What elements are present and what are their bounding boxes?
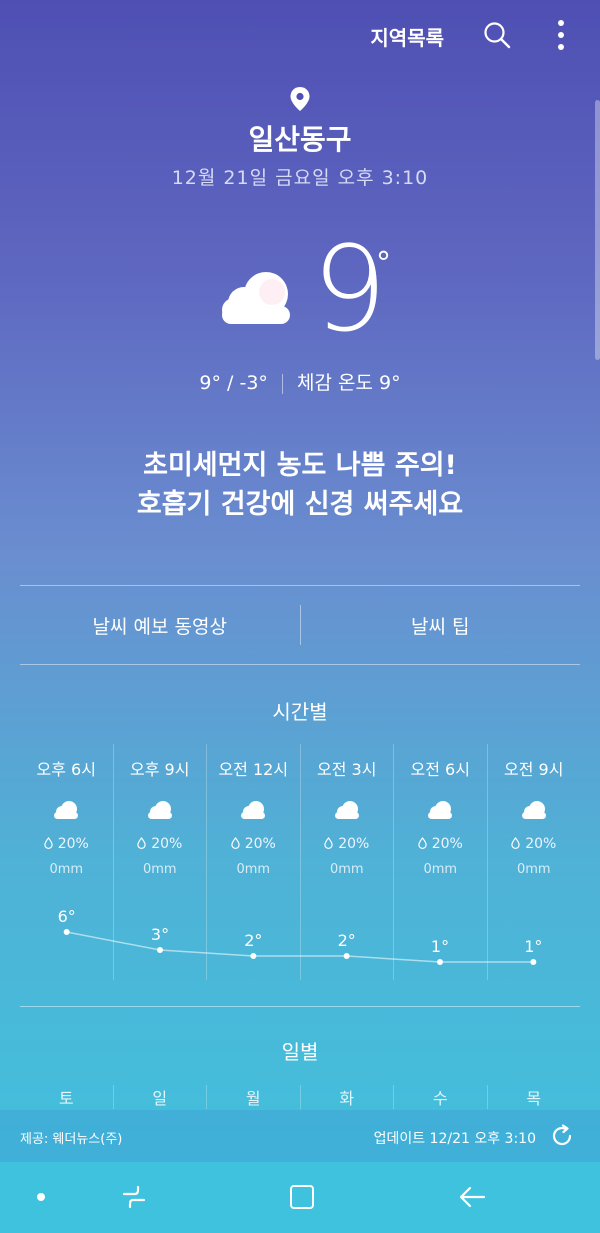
cloud-icon bbox=[239, 800, 267, 820]
more-vert-icon[interactable] bbox=[556, 20, 566, 50]
alert-line-1: 초미세먼지 농도 나쁨 주의! bbox=[143, 450, 457, 481]
daily-day[interactable]: 수 bbox=[393, 1085, 487, 1109]
precip-value: 20% bbox=[244, 836, 276, 852]
home-icon[interactable] bbox=[290, 1185, 314, 1209]
forecast-video-link[interactable]: 날씨 예보 동영상 bbox=[20, 586, 300, 664]
temperature-point bbox=[530, 959, 537, 965]
hourly-temperature-chart: 6° 3° 2° 2° 1° 1° bbox=[58, 907, 542, 965]
search-icon[interactable] bbox=[482, 20, 512, 50]
raindrop-icon bbox=[44, 836, 58, 852]
hourly-time: 오전 6시 bbox=[410, 760, 470, 779]
refresh-icon[interactable] bbox=[550, 1124, 574, 1148]
temperature-label: 1° bbox=[431, 937, 449, 956]
raindrop-icon bbox=[511, 836, 525, 852]
divider bbox=[20, 664, 580, 665]
hourly-time: 오후 6시 bbox=[36, 760, 96, 779]
raindrop-icon bbox=[231, 836, 245, 852]
cloud-icon bbox=[52, 800, 80, 820]
temperature-label: 1° bbox=[524, 937, 542, 956]
precip-chance: 20% bbox=[301, 836, 394, 852]
temperature-label: 3° bbox=[151, 925, 169, 944]
cloud-icon bbox=[222, 272, 290, 324]
location-pin-icon bbox=[290, 87, 310, 111]
temperature-label: 2° bbox=[338, 931, 356, 950]
daily-day[interactable]: 토 bbox=[20, 1085, 113, 1109]
daily-day[interactable]: 화 bbox=[299, 1085, 394, 1109]
system-nav-bar bbox=[0, 1162, 600, 1233]
temperature-label: 2° bbox=[244, 931, 262, 950]
nav-dot-icon[interactable] bbox=[37, 1193, 45, 1201]
precip-value: 20% bbox=[525, 836, 557, 852]
link-row: 날씨 예보 동영상 날씨 팁 bbox=[20, 586, 580, 664]
daily-forecast[interactable]: 토일월화수목 bbox=[20, 1085, 580, 1109]
hourly-time: 오전 9시 bbox=[504, 760, 564, 779]
precip-amount: 0mm bbox=[423, 862, 458, 877]
raindrop-icon bbox=[324, 836, 338, 852]
degree-symbol: ° bbox=[376, 246, 391, 281]
precip-value: 20% bbox=[57, 836, 89, 852]
back-icon[interactable] bbox=[458, 1186, 486, 1208]
precip-value: 20% bbox=[151, 836, 183, 852]
hourly-time: 오전 12시 bbox=[218, 760, 289, 779]
cloud-icon bbox=[520, 800, 548, 820]
air-quality-alert: 초미세먼지 농도 나쁨 주의! 호흡기 건강에 신경 써주세요 bbox=[0, 446, 600, 524]
precip-chance: 20% bbox=[488, 836, 581, 852]
temperature-line bbox=[66, 931, 534, 963]
precip-amount: 0mm bbox=[142, 862, 177, 877]
precip-chance: 20% bbox=[114, 836, 207, 852]
precip-chance: 20% bbox=[207, 836, 300, 852]
footer: 제공: 웨더뉴스(주) 업데이트 12/21 오후 3:10 bbox=[0, 1110, 600, 1162]
cloud-icon bbox=[146, 800, 174, 820]
daily-title: 일별 bbox=[281, 1040, 319, 1064]
precip-amount: 0mm bbox=[236, 862, 271, 877]
temperature-point bbox=[437, 959, 443, 965]
temperature-point bbox=[157, 947, 163, 953]
current-datetime: 12월 21일 금요일 오후 3:10 bbox=[171, 167, 429, 189]
provider-text[interactable]: 제공: 웨더뉴스(주) bbox=[20, 1128, 122, 1147]
alert-line-2: 호흡기 건강에 신경 써주세요 bbox=[136, 489, 464, 520]
precip-value: 20% bbox=[338, 836, 370, 852]
location-name[interactable]: 일산동구 bbox=[0, 118, 600, 158]
temperature-label: 6° bbox=[58, 907, 76, 926]
weather-tip-link[interactable]: 날씨 팁 bbox=[301, 586, 581, 664]
precip-amount: 0mm bbox=[516, 862, 551, 877]
hourly-time: 오전 3시 bbox=[317, 760, 377, 779]
raindrop-icon bbox=[418, 836, 432, 852]
high-low-feels: 9° / -3° 체감 온도 9° bbox=[0, 368, 600, 395]
top-bar: 지역목록 bbox=[0, 0, 600, 70]
precip-amount: 0mm bbox=[329, 862, 364, 877]
temperature-point bbox=[63, 929, 70, 935]
precip-value: 20% bbox=[431, 836, 463, 852]
raindrop-icon bbox=[137, 836, 151, 852]
daily-day[interactable]: 일 bbox=[112, 1085, 207, 1109]
high-low-temp: 9° / -3° bbox=[199, 372, 268, 394]
hourly-time: 오후 9시 bbox=[130, 760, 190, 779]
temperature-point bbox=[250, 953, 257, 959]
recent-apps-icon[interactable] bbox=[120, 1186, 148, 1208]
region-list-button[interactable]: 지역목록 bbox=[370, 22, 444, 51]
precip-chance: 20% bbox=[394, 836, 487, 852]
divider bbox=[281, 373, 283, 394]
daily-day[interactable]: 월 bbox=[206, 1085, 300, 1109]
precip-amount: 0mm bbox=[49, 862, 84, 877]
precip-chance: 20% bbox=[20, 836, 113, 852]
daily-day[interactable]: 목 bbox=[486, 1085, 581, 1109]
cloud-icon bbox=[333, 800, 361, 820]
hourly-title: 시간별 bbox=[272, 700, 328, 724]
temperature-point bbox=[343, 953, 350, 959]
divider bbox=[20, 1006, 580, 1007]
feels-like-temp: 체감 온도 9° bbox=[297, 372, 401, 394]
cloud-icon bbox=[426, 800, 454, 820]
updated-time: 업데이트 12/21 오후 3:10 bbox=[373, 1131, 536, 1147]
